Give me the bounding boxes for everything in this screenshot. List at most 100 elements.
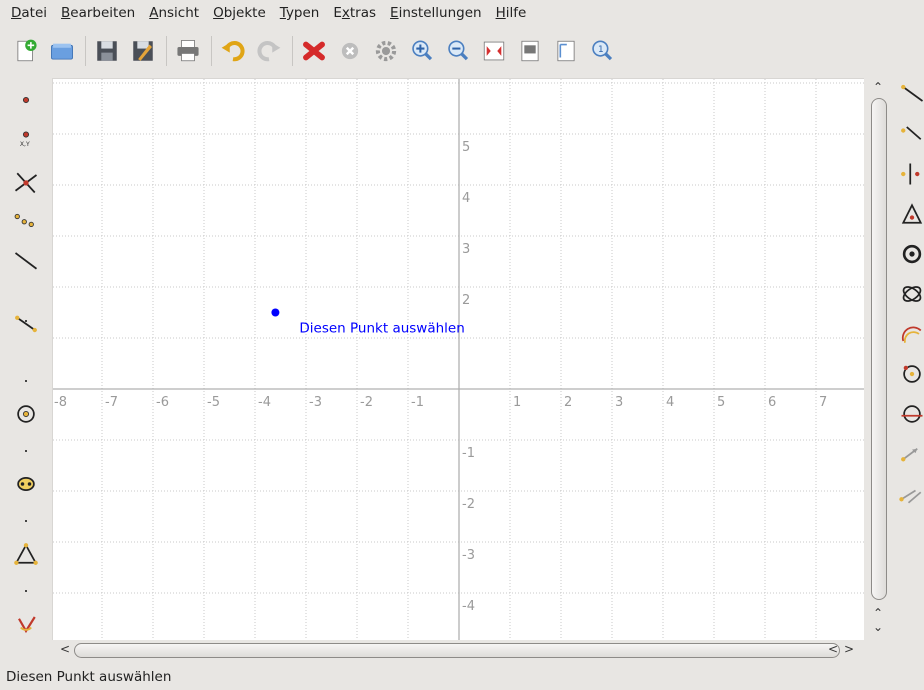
y-tick-label: -1 [462,446,475,461]
geometry-point[interactable] [271,308,280,317]
angle-tool-button[interactable] [8,606,44,642]
new-document-button[interactable] [10,35,42,67]
points-icon [14,213,34,227]
menu-ansicht[interactable]: Ansicht [142,1,206,25]
menu-datei[interactable]: Datei [4,1,54,25]
y-tick-label: -4 [462,599,475,614]
ray-icon [901,84,924,102]
toolbar-separator [211,36,212,66]
y-tick-label: 2 [462,293,470,308]
save-as-icon [133,41,153,61]
page-setup-button[interactable] [550,35,582,67]
intersect-circle-icon [901,405,923,423]
circle-center-tool-button[interactable] [898,240,924,268]
open-icon [51,43,73,60]
perpendicular-tool-button[interactable] [898,160,924,188]
cancel-button[interactable] [334,35,366,67]
x-tick-label: 1 [513,395,521,410]
redo-button[interactable] [253,35,285,67]
circle-point-tool-button[interactable] [898,360,924,388]
parallel-icon [901,126,922,140]
y-tick-label: -3 [462,548,475,563]
open-button[interactable] [46,35,78,67]
drawing-canvas[interactable]: -8-7-6-5-4-3-2-112345675432-1-2-3-4-5Die… [52,78,864,640]
delete-button[interactable] [298,35,330,67]
menu-bearbeiten[interactable]: Bearbeiten [54,1,142,25]
menu-typen[interactable]: Typen [273,1,327,25]
line-tool-button[interactable] [8,242,44,278]
zoom-in-button[interactable] [406,35,438,67]
segment-tool-button[interactable] [8,305,44,341]
horizontal-scroll-thumb[interactable] [74,643,840,658]
menu-hilfe[interactable]: Hilfe [489,1,534,25]
circle-icon [17,405,35,423]
export-icon [521,40,539,62]
x-tick-label: 6 [768,395,776,410]
conic-icon [17,477,35,491]
coordinate-system[interactable]: -8-7-6-5-4-3-2-112345675432-1-2-3-4-5Die… [53,79,864,640]
y-tick-label: 4 [462,191,470,206]
triangle-tool-button[interactable] [8,536,44,572]
vertical-scroll-thumb[interactable] [871,98,887,600]
zoom-in-icon [412,40,433,61]
arc-tool-button[interactable] [898,320,924,348]
point-icon [22,96,30,104]
svg-text:X,Y: X,Y [20,141,30,148]
menu-extras[interactable]: Extras [326,1,383,25]
intersect-circle-tool-button[interactable] [898,400,924,428]
save-as-button[interactable] [127,35,159,67]
x-tick-label: -3 [309,395,322,410]
horizontal-scrollbar[interactable]: < < > [52,640,864,660]
full-screen-button[interactable]: 1 [586,35,618,67]
transform-tool-button[interactable] [898,480,924,508]
vertical-scrollbar[interactable]: ⌃ ⌃ ⌄ [864,78,892,640]
undo-button[interactable] [217,35,249,67]
svg-text:1: 1 [598,45,604,55]
scroll-right-arrow-icon[interactable]: > [844,642,854,656]
toolbar-extension-dot [25,450,27,452]
point-tool-button[interactable] [8,82,44,118]
x-tick-label: -1 [411,395,424,410]
point-by-coordinates-tool-button[interactable]: X,Y [8,120,44,156]
menu-objekte[interactable]: Objekte [206,1,273,25]
midpoint-tool-button[interactable] [898,200,924,228]
vector-tool-button[interactable] [898,440,924,468]
print-button[interactable] [172,35,204,67]
page-setup-icon [557,40,575,62]
toolbar-separator [292,36,293,66]
scroll-up-arrow-icon[interactable]: ⌃ [871,80,885,94]
circle-center-icon [902,244,922,264]
ray-tool-button[interactable] [898,80,924,108]
y-tick-label: -2 [462,497,475,512]
toolbar-separator [166,36,167,66]
ellipse-icon [902,286,922,302]
circle-tool-button[interactable] [8,396,44,432]
zoom-out-icon [448,40,469,61]
settings-icon [375,40,397,62]
scroll-up-arrow-icon-bottom[interactable]: ⌃ [871,606,885,620]
intersection-tool-button[interactable] [8,164,44,200]
undo-icon [221,41,245,62]
triangle-icon [14,543,38,565]
point-tooltip-label: Diesen Punkt auswählen [299,321,464,337]
scroll-left-arrow-icon-right[interactable]: < [828,642,838,656]
settings-button[interactable] [370,35,402,67]
vector-icon [901,448,918,462]
scroll-left-arrow-icon[interactable]: < [60,642,70,656]
fit-to-page-button[interactable] [478,35,510,67]
points-tool-button[interactable] [8,202,44,238]
toolbar-extension-dot [25,380,27,382]
zoom-out-button[interactable] [442,35,474,67]
scroll-down-arrow-icon[interactable]: ⌄ [871,620,885,634]
x-tick-label: -5 [207,395,220,410]
ellipse-tool-button[interactable] [898,280,924,308]
conic-tool-button[interactable] [8,466,44,502]
object-toolbar: X,Y [0,78,52,638]
transform-icon [899,489,922,504]
x-tick-label: -6 [156,395,169,410]
export-button[interactable] [514,35,546,67]
save-button[interactable] [91,35,123,67]
segment-icon [15,315,37,333]
menu-einstellungen[interactable]: Einstellungen [383,1,489,25]
parallel-tool-button[interactable] [898,120,924,148]
